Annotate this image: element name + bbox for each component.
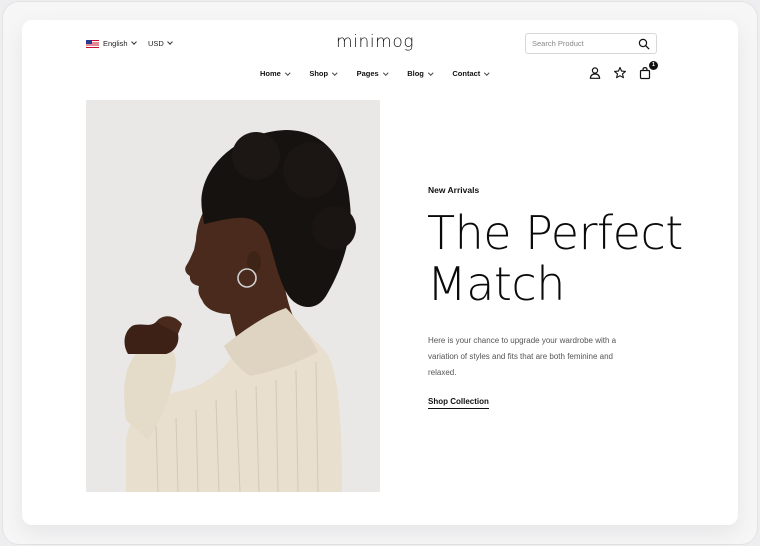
nav-item-label: Pages [356,69,379,78]
chevron-down-icon [428,70,434,75]
hero-eyebrow: New Arrivals [428,185,480,195]
nav-item-label: Blog [407,69,424,78]
chevron-down-icon [167,39,173,45]
chevron-down-icon [285,70,291,75]
search-icon[interactable] [638,38,650,50]
nav-item-blog[interactable]: Blog [407,69,434,78]
nav-item-shop[interactable]: Shop [309,69,338,78]
hero-description: Here is your chance to upgrade your ward… [428,336,617,377]
nav-item-label: Home [260,69,281,78]
nav-item-contact[interactable]: Contact [452,69,490,78]
hero-title-line: The Perfect [427,206,683,260]
language-label: English [103,39,128,48]
hero-title-line: Match [427,257,565,311]
us-flag-icon [86,39,99,48]
currency-label: USD [148,39,164,48]
nav-item-label: Shop [309,69,329,78]
search-box [525,33,657,54]
main-nav: Home Shop Pages Blog Contact [260,69,490,78]
hero-title: The Perfect Match [427,208,687,310]
site-logo[interactable]: minimog [336,32,414,52]
header-actions: 1 [588,61,663,80]
chevron-down-icon [332,70,338,75]
cart-count-badge: 1 [649,61,658,70]
user-icon[interactable] [588,66,602,80]
hero-image [86,100,380,492]
nav-item-label: Contact [452,69,481,78]
chevron-down-icon [382,70,388,75]
cart-button[interactable]: 1 [638,61,658,80]
nav-item-pages[interactable]: Pages [357,69,388,78]
search-input[interactable] [532,37,632,50]
shop-collection-link[interactable]: Shop Collection [428,397,489,409]
currency-selector[interactable]: USD [148,39,173,48]
language-selector[interactable]: English [86,39,137,48]
chevron-down-icon [484,70,490,75]
star-icon[interactable] [613,66,627,80]
chevron-down-icon [130,39,137,45]
nav-item-home[interactable]: Home [260,69,291,78]
model-profile-photo [86,100,380,492]
